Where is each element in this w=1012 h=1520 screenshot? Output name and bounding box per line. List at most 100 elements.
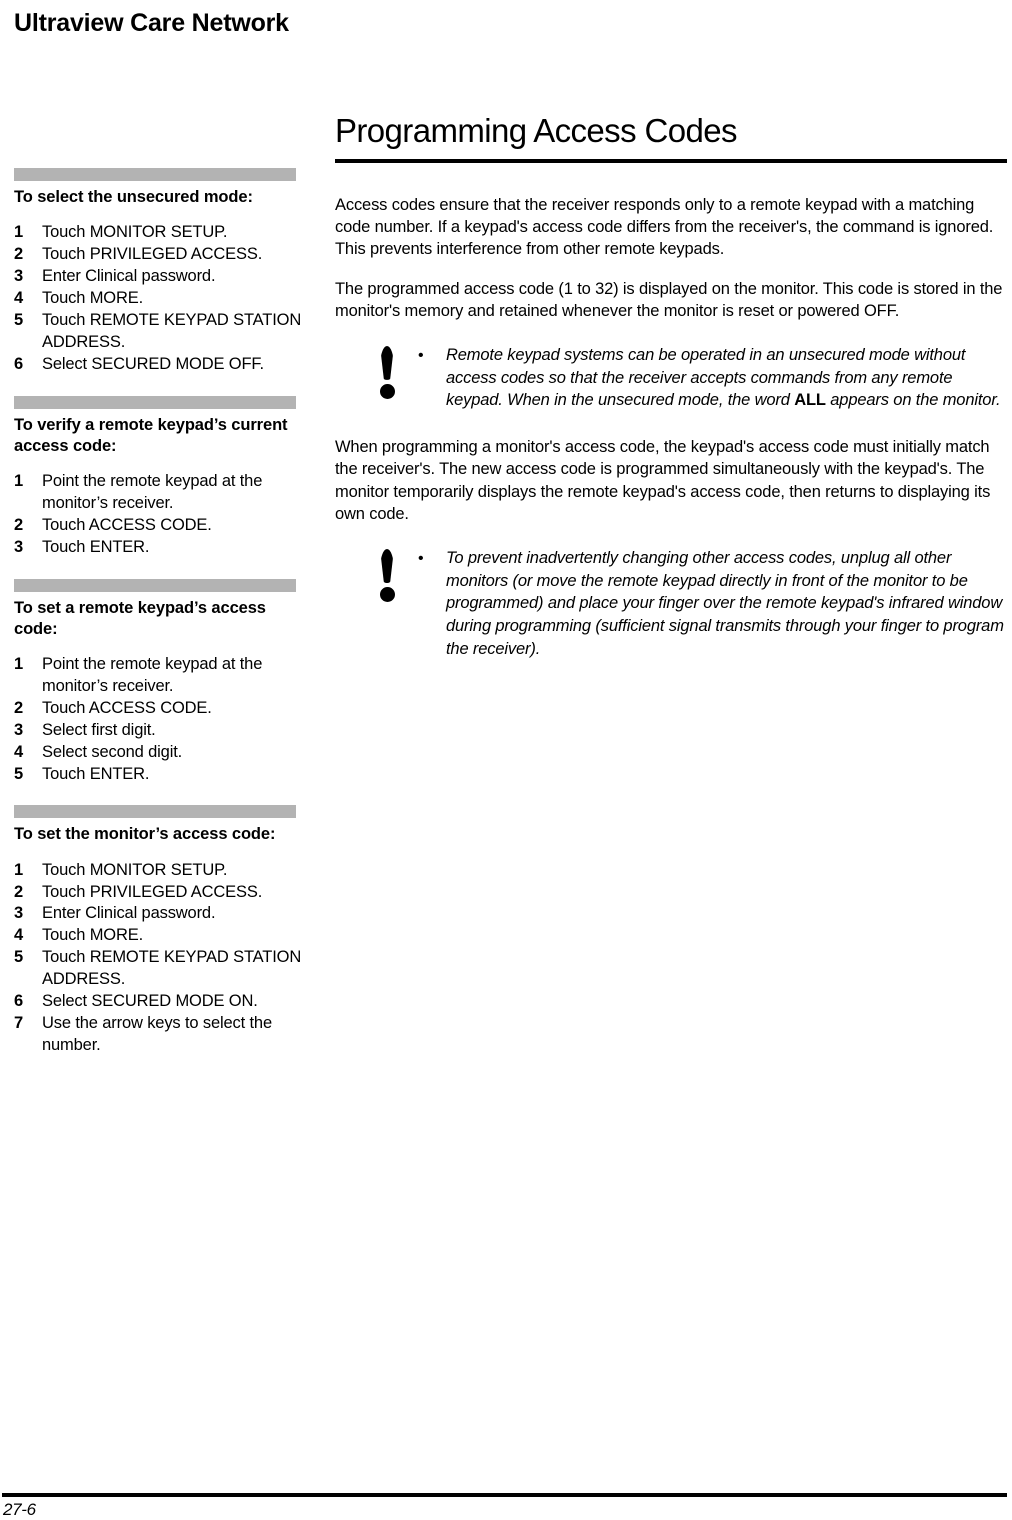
step-number: 5 xyxy=(14,948,24,967)
procedure-step: 5 Touch REMOTE KEYPAD STATION ADDRESS. xyxy=(14,310,310,354)
page-body: To select the unsecured mode: 1 Touch MO… xyxy=(0,0,1012,1420)
step-number: 3 xyxy=(14,720,24,739)
step-text: Touch ENTER. xyxy=(42,764,150,783)
step-text: Touch MORE. xyxy=(42,288,144,307)
step-text: Touch ACCESS CODE. xyxy=(42,698,212,717)
procedure-heading: To select the unsecured mode: xyxy=(14,188,253,206)
footer-rule xyxy=(2,1493,1007,1497)
step-number: 1 xyxy=(14,223,24,242)
step-number: 3 xyxy=(14,537,24,556)
exclamation-icon xyxy=(372,344,418,406)
step-text: Select SECURED MODE OFF. xyxy=(42,354,264,373)
step-number: 7 xyxy=(14,1014,24,1033)
body-paragraph: When programming a monitor's access code… xyxy=(335,438,991,523)
step-number: 4 xyxy=(14,926,24,945)
step-number: 5 xyxy=(14,764,24,783)
note-text-after: appears on the monitor. xyxy=(825,391,1001,410)
step-number: 6 xyxy=(14,992,24,1011)
exclamation-icon xyxy=(372,547,418,609)
note-emphasis: ALL xyxy=(794,391,826,410)
procedure-step: 3 Enter Clinical password. xyxy=(14,903,310,925)
step-number: 6 xyxy=(14,354,24,373)
exclamation-dot xyxy=(380,586,395,602)
note-text-before: To prevent inadvertently changing other … xyxy=(446,548,1004,658)
body-paragraph: Access codes ensure that the receiver re… xyxy=(335,195,994,259)
step-number: 5 xyxy=(14,310,24,329)
procedure-heading: To set a remote keypad’s access code: xyxy=(14,598,266,638)
procedure-heading: To set the monitor’s access code: xyxy=(14,825,276,844)
step-text: Use the arrow keys to select the number. xyxy=(42,1014,272,1055)
step-number: 2 xyxy=(14,515,24,534)
procedure-block: To set a remote keypad’s access code: 1 … xyxy=(14,578,310,786)
procedure-step: 5 Touch ENTER. xyxy=(14,764,310,786)
exclamation-dot xyxy=(380,383,395,399)
step-number: 1 xyxy=(14,471,24,490)
procedure-step: 1 Touch MONITOR SETUP. xyxy=(14,222,310,244)
procedure-block: To set the monitor’s access code: 1 Touc… xyxy=(14,805,310,1057)
step-number: 2 xyxy=(14,698,24,717)
procedure-step: 3 Touch ENTER. xyxy=(14,537,310,559)
procedure-block: To verify a remote keypad’s current acce… xyxy=(14,395,310,559)
step-number: 2 xyxy=(14,882,24,901)
exclamation-stem xyxy=(380,548,394,583)
bullet-marker: • xyxy=(418,346,424,364)
bullet-marker: • xyxy=(418,549,424,567)
procedure-step: 2 Touch ACCESS CODE. xyxy=(14,515,310,537)
procedure-block: To select the unsecured mode: 1 Touch MO… xyxy=(14,168,310,376)
procedure-step: 4 Select second digit. xyxy=(14,742,310,764)
step-number: 4 xyxy=(14,288,24,307)
step-text: Touch ENTER. xyxy=(42,537,150,556)
procedures-sidebar: To select the unsecured mode: 1 Touch MO… xyxy=(14,168,310,1077)
step-text: Point the remote keypad at the monitor’s… xyxy=(42,654,263,695)
procedure-heading: To verify a remote keypad’s current acce… xyxy=(14,415,288,455)
step-text: Select first digit. xyxy=(42,720,156,739)
procedure-steps: 1 Point the remote keypad at the monitor… xyxy=(14,654,310,786)
procedure-step: 2 Touch PRIVILEGED ACCESS. xyxy=(14,244,310,266)
step-number: 2 xyxy=(14,245,24,264)
step-text: Touch MORE. xyxy=(42,926,144,945)
step-text: Enter Clinical password. xyxy=(42,266,216,285)
step-number: 1 xyxy=(14,860,24,879)
note-text: To prevent inadvertently changing other … xyxy=(446,547,1007,661)
step-text: Touch PRIVILEGED ACCESS. xyxy=(42,882,263,901)
section-divider-bar xyxy=(14,578,296,592)
page-title: Programming Access Codes xyxy=(335,112,738,149)
procedure-steps: 1 Point the remote keypad at the monitor… xyxy=(14,471,310,559)
procedure-step: 3 Select first digit. xyxy=(14,720,310,742)
note-callout: • To prevent inadvertently changing othe… xyxy=(335,547,1007,661)
step-text: Touch MONITOR SETUP. xyxy=(42,860,228,879)
step-text: Touch REMOTE KEYPAD STATION ADDRESS. xyxy=(42,310,302,351)
procedure-steps: 1 Touch MONITOR SETUP. 2 Touch PRIVILEGE… xyxy=(14,860,310,1057)
procedure-step: 1 Touch MONITOR SETUP. xyxy=(14,860,310,882)
procedure-step: 4 Touch MORE. xyxy=(14,288,310,310)
procedure-step: 7 Use the arrow keys to select the numbe… xyxy=(14,1013,310,1057)
procedure-step: 1 Point the remote keypad at the monitor… xyxy=(14,654,310,698)
step-text: Point the remote keypad at the monitor’s… xyxy=(42,471,263,512)
procedure-step: 5 Touch REMOTE KEYPAD STATION ADDRESS. xyxy=(14,947,310,991)
procedure-steps: 1 Touch MONITOR SETUP. 2 Touch PRIVILEGE… xyxy=(14,222,310,376)
body-paragraph: The programmed access code (1 to 32) is … xyxy=(335,279,1003,320)
page-number: 27-6 xyxy=(3,1500,36,1519)
procedure-step: 4 Touch MORE. xyxy=(14,925,310,947)
step-text: Touch ACCESS CODE. xyxy=(42,515,212,534)
note-callout: • Remote keypad systems can be operated … xyxy=(335,344,1007,412)
step-number: 4 xyxy=(14,742,24,761)
note-body: • Remote keypad systems can be operated … xyxy=(418,344,1007,412)
step-text: Enter Clinical password. xyxy=(42,904,216,923)
procedure-step: 3 Enter Clinical password. xyxy=(14,266,310,288)
procedure-step: 6 Select SECURED MODE ON. xyxy=(14,991,310,1013)
procedure-step: 1 Point the remote keypad at the monitor… xyxy=(14,471,310,515)
step-text: Select second digit. xyxy=(42,742,183,761)
procedure-step: 2 Touch ACCESS CODE. xyxy=(14,698,310,720)
page-footer: 27-6 xyxy=(0,1440,1012,1519)
section-divider-bar xyxy=(14,168,296,181)
note-body: • To prevent inadvertently changing othe… xyxy=(418,547,1007,661)
note-text: Remote keypad systems can be operated in… xyxy=(446,344,1007,412)
section-divider-bar xyxy=(14,395,296,409)
step-text: Touch PRIVILEGED ACCESS. xyxy=(42,245,263,264)
procedure-step: 6 Select SECURED MODE OFF. xyxy=(14,354,310,376)
step-number: 3 xyxy=(14,266,24,285)
procedure-step: 2 Touch PRIVILEGED ACCESS. xyxy=(14,882,310,904)
step-text: Select SECURED MODE ON. xyxy=(42,992,258,1011)
step-number: 1 xyxy=(14,654,24,673)
